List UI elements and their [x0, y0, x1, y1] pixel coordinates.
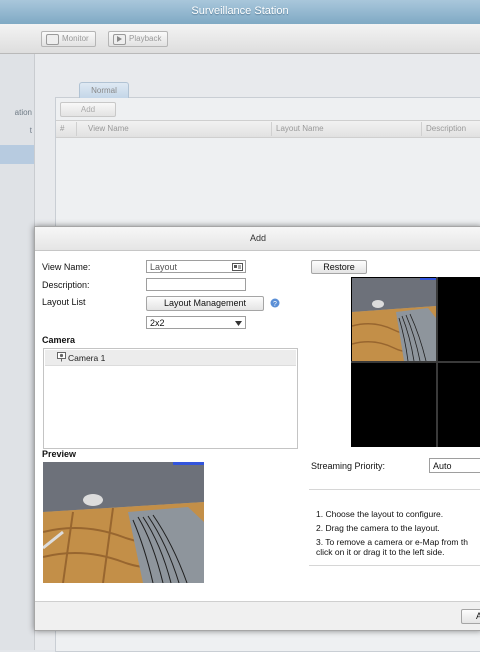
layout-management-button[interactable]: Layout Management [146, 296, 264, 311]
tab-normal[interactable]: Normal [79, 82, 129, 98]
playback-button[interactable]: Playback [108, 31, 169, 47]
instruction-line: click on it or drag it to the left side. [316, 547, 445, 557]
view-name-value: Layout [150, 262, 178, 272]
layout-list-label: Layout List [42, 297, 86, 307]
preview-label: Preview [42, 449, 77, 459]
layout-grid[interactable] [351, 277, 480, 447]
layout-select[interactable]: 2x2 [146, 316, 246, 329]
camera-preview-image [43, 462, 204, 583]
divider [309, 565, 480, 566]
footer-button[interactable]: A [461, 609, 480, 624]
list-item[interactable]: Camera 1 [45, 350, 296, 366]
dialog-footer: A [35, 601, 480, 630]
title-bar: Surveillance Station [0, 0, 480, 24]
contact-card-icon[interactable] [232, 263, 243, 271]
monitor-label: Monitor [62, 34, 89, 43]
instruction-line: 3. To remove a camera or e-Map from th [316, 537, 468, 547]
sidebar-item-label: ation [14, 108, 32, 117]
dialog-title: Add [249, 233, 266, 243]
toolbar: Monitor Playback [0, 24, 480, 54]
restore-button[interactable]: Restore [311, 260, 367, 274]
description-field[interactable] [146, 278, 246, 291]
instruction-line: 1. Choose the layout to configure. [316, 509, 444, 519]
playback-label: Playback [129, 34, 162, 43]
sidebar-item-selected[interactable] [0, 145, 34, 164]
layout-select-value: 2x2 [150, 318, 165, 328]
layout-cell-3[interactable] [352, 363, 436, 447]
camera-section-label: Camera [42, 335, 76, 345]
chevron-down-icon [235, 321, 242, 326]
column-divider [271, 122, 272, 136]
dialog-header[interactable]: Add [35, 227, 480, 251]
add-view-dialog: Add View Name: Layout Description: Layou… [34, 226, 480, 631]
column-view-name[interactable]: View Name [88, 124, 129, 133]
grid-divider [351, 361, 480, 363]
sidebar: ation t [0, 54, 35, 650]
divider [309, 489, 480, 490]
streaming-priority-select[interactable]: Auto [429, 458, 480, 473]
camera-list[interactable]: Camera 1 [43, 348, 298, 449]
camera-icon [57, 352, 66, 362]
instruction-line: 2. Drag the camera to the layout. [316, 523, 440, 533]
app-title: Surveillance Station [191, 5, 289, 17]
column-divider [76, 122, 77, 136]
add-view-button[interactable]: Add [60, 102, 116, 117]
playback-icon [113, 34, 126, 45]
svg-text:?: ? [273, 301, 277, 308]
monitor-icon [46, 34, 59, 45]
camera-name: Camera 1 [68, 353, 106, 363]
streaming-priority-label: Streaming Priority: [311, 461, 386, 471]
layout-cell-2[interactable] [438, 278, 480, 361]
sidebar-item-2[interactable]: t [0, 122, 34, 140]
column-layout-name[interactable]: Layout Name [276, 124, 324, 133]
column-divider [421, 122, 422, 136]
monitor-button[interactable]: Monitor [41, 31, 96, 47]
column-description[interactable]: Description [426, 124, 466, 133]
view-name-field[interactable]: Layout [146, 260, 246, 273]
view-name-label: View Name: [42, 262, 91, 272]
sidebar-item-1[interactable]: ation [0, 104, 34, 122]
layout-cell-1[interactable] [352, 278, 436, 361]
description-label: Description: [42, 280, 90, 290]
help-icon[interactable]: ? [270, 298, 280, 308]
layout-cell-4[interactable] [438, 363, 480, 447]
column-index[interactable]: # [60, 124, 64, 133]
sidebar-item-label: t [29, 126, 32, 135]
view-list-header: # View Name Layout Name Description [56, 120, 480, 138]
